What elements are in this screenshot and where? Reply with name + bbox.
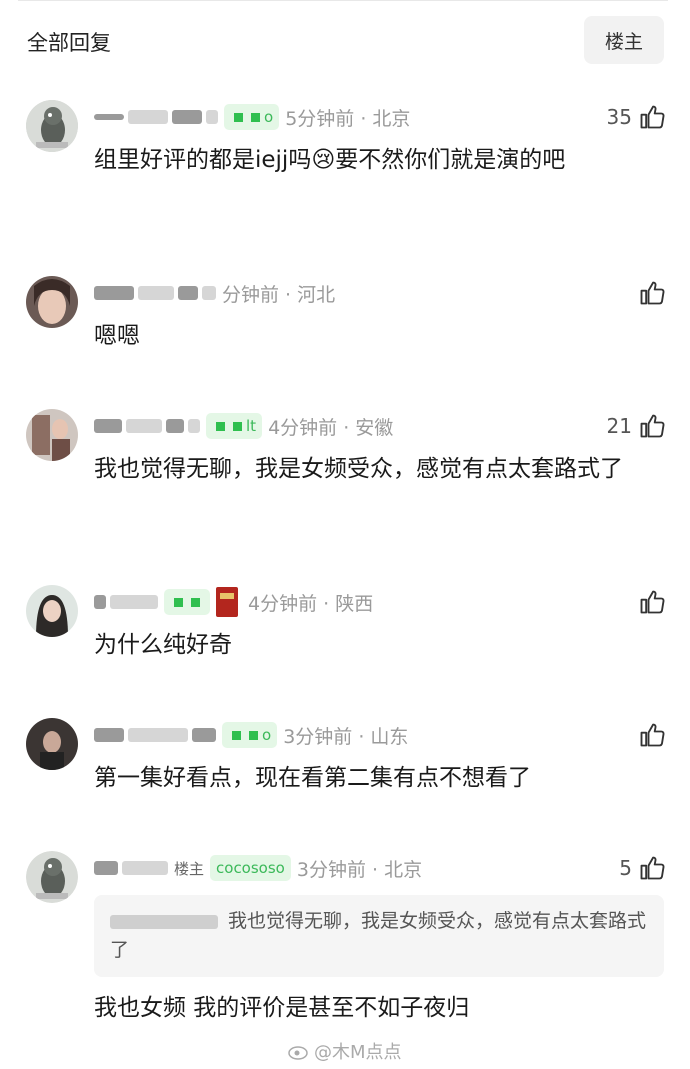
thumbs-up-icon xyxy=(640,281,665,305)
thumbs-up-icon xyxy=(640,105,665,129)
username-redacted xyxy=(94,114,124,120)
comment-text: 嗯嗯 xyxy=(94,323,140,349)
like-button[interactable] xyxy=(638,276,666,310)
like-button[interactable] xyxy=(638,718,666,752)
like-count: 21 xyxy=(606,414,632,438)
comment-meta: 楼主 cocososo 3分钟前 · 北京 xyxy=(94,853,422,883)
like-count: 5 xyxy=(619,856,632,880)
comment-time: 5分钟前 · 北京 xyxy=(285,107,411,130)
comment-time: 4分钟前 · 安徽 xyxy=(268,416,394,439)
thumbs-up-icon xyxy=(640,414,665,438)
comment-time: 3分钟前 · 山东 xyxy=(283,725,409,748)
comment-time: 分钟前 · 河北 xyxy=(222,283,336,306)
comment-meta: o 5分钟前 · 北京 xyxy=(94,102,410,132)
avatar[interactable] xyxy=(26,276,78,328)
watermark-text: @木M点点 xyxy=(314,1042,402,1063)
comment-time: 4分钟前 · 陕西 xyxy=(248,592,374,615)
owner-only-button[interactable]: 楼主 xyxy=(584,16,664,64)
comment-text: 我也觉得无聊，我是女频受众，感觉有点太套路式了 xyxy=(94,456,623,482)
book-badge-icon xyxy=(216,587,238,617)
comment-meta: o 3分钟前 · 山东 xyxy=(94,720,408,750)
avatar[interactable] xyxy=(26,585,78,637)
like-button[interactable]: 35 xyxy=(607,100,666,134)
user-badge: o xyxy=(224,104,280,130)
like-count: 35 xyxy=(606,105,632,129)
user-badge: lt xyxy=(206,413,263,439)
comment-text: 我也女频 我的评价是甚至不如子夜归 xyxy=(94,995,470,1021)
owner-tag: 楼主 xyxy=(174,859,205,878)
replies-header: 全部回复 楼主 xyxy=(0,0,690,80)
comment-text: 为什么纯好奇 xyxy=(94,632,232,658)
comment-text: 组里好评的都是iejj吗😢要不然你们就是演的吧 xyxy=(94,147,566,173)
thumbs-up-icon xyxy=(640,856,665,880)
avatar[interactable] xyxy=(26,851,78,903)
user-badge xyxy=(164,589,210,615)
quoted-username-redacted xyxy=(110,914,218,929)
avatar[interactable] xyxy=(26,100,78,152)
comment-text: 第一集好看点，现在看第二集有点不想看了 xyxy=(94,765,531,791)
watermark: @木M点点 xyxy=(288,1038,402,1064)
comment-time: 3分钟前 · 北京 xyxy=(296,858,423,881)
quoted-reply[interactable]: 我也觉得无聊，我是女频受众，感觉有点太套路式了 xyxy=(94,895,664,977)
like-button[interactable] xyxy=(638,585,666,619)
page-title: 全部回复 xyxy=(27,31,111,55)
thumbs-up-icon xyxy=(640,723,665,747)
comment-meta: 分钟前 · 河北 xyxy=(94,278,335,308)
weibo-logo-icon xyxy=(288,1046,308,1060)
like-button[interactable]: 5 xyxy=(619,851,666,885)
quote-content: 我也觉得无聊，我是女频受众，感觉有点太套路式了 xyxy=(110,907,650,965)
thumbs-up-icon xyxy=(640,590,665,614)
like-button[interactable]: 21 xyxy=(607,409,666,443)
avatar[interactable] xyxy=(26,718,78,770)
user-badge: o xyxy=(222,722,278,748)
user-badge: cocososo xyxy=(210,855,291,881)
comment-meta: 4分钟前 · 陕西 xyxy=(94,587,373,617)
comment-meta: lt 4分钟前 · 安徽 xyxy=(94,411,393,441)
avatar[interactable] xyxy=(26,409,78,461)
